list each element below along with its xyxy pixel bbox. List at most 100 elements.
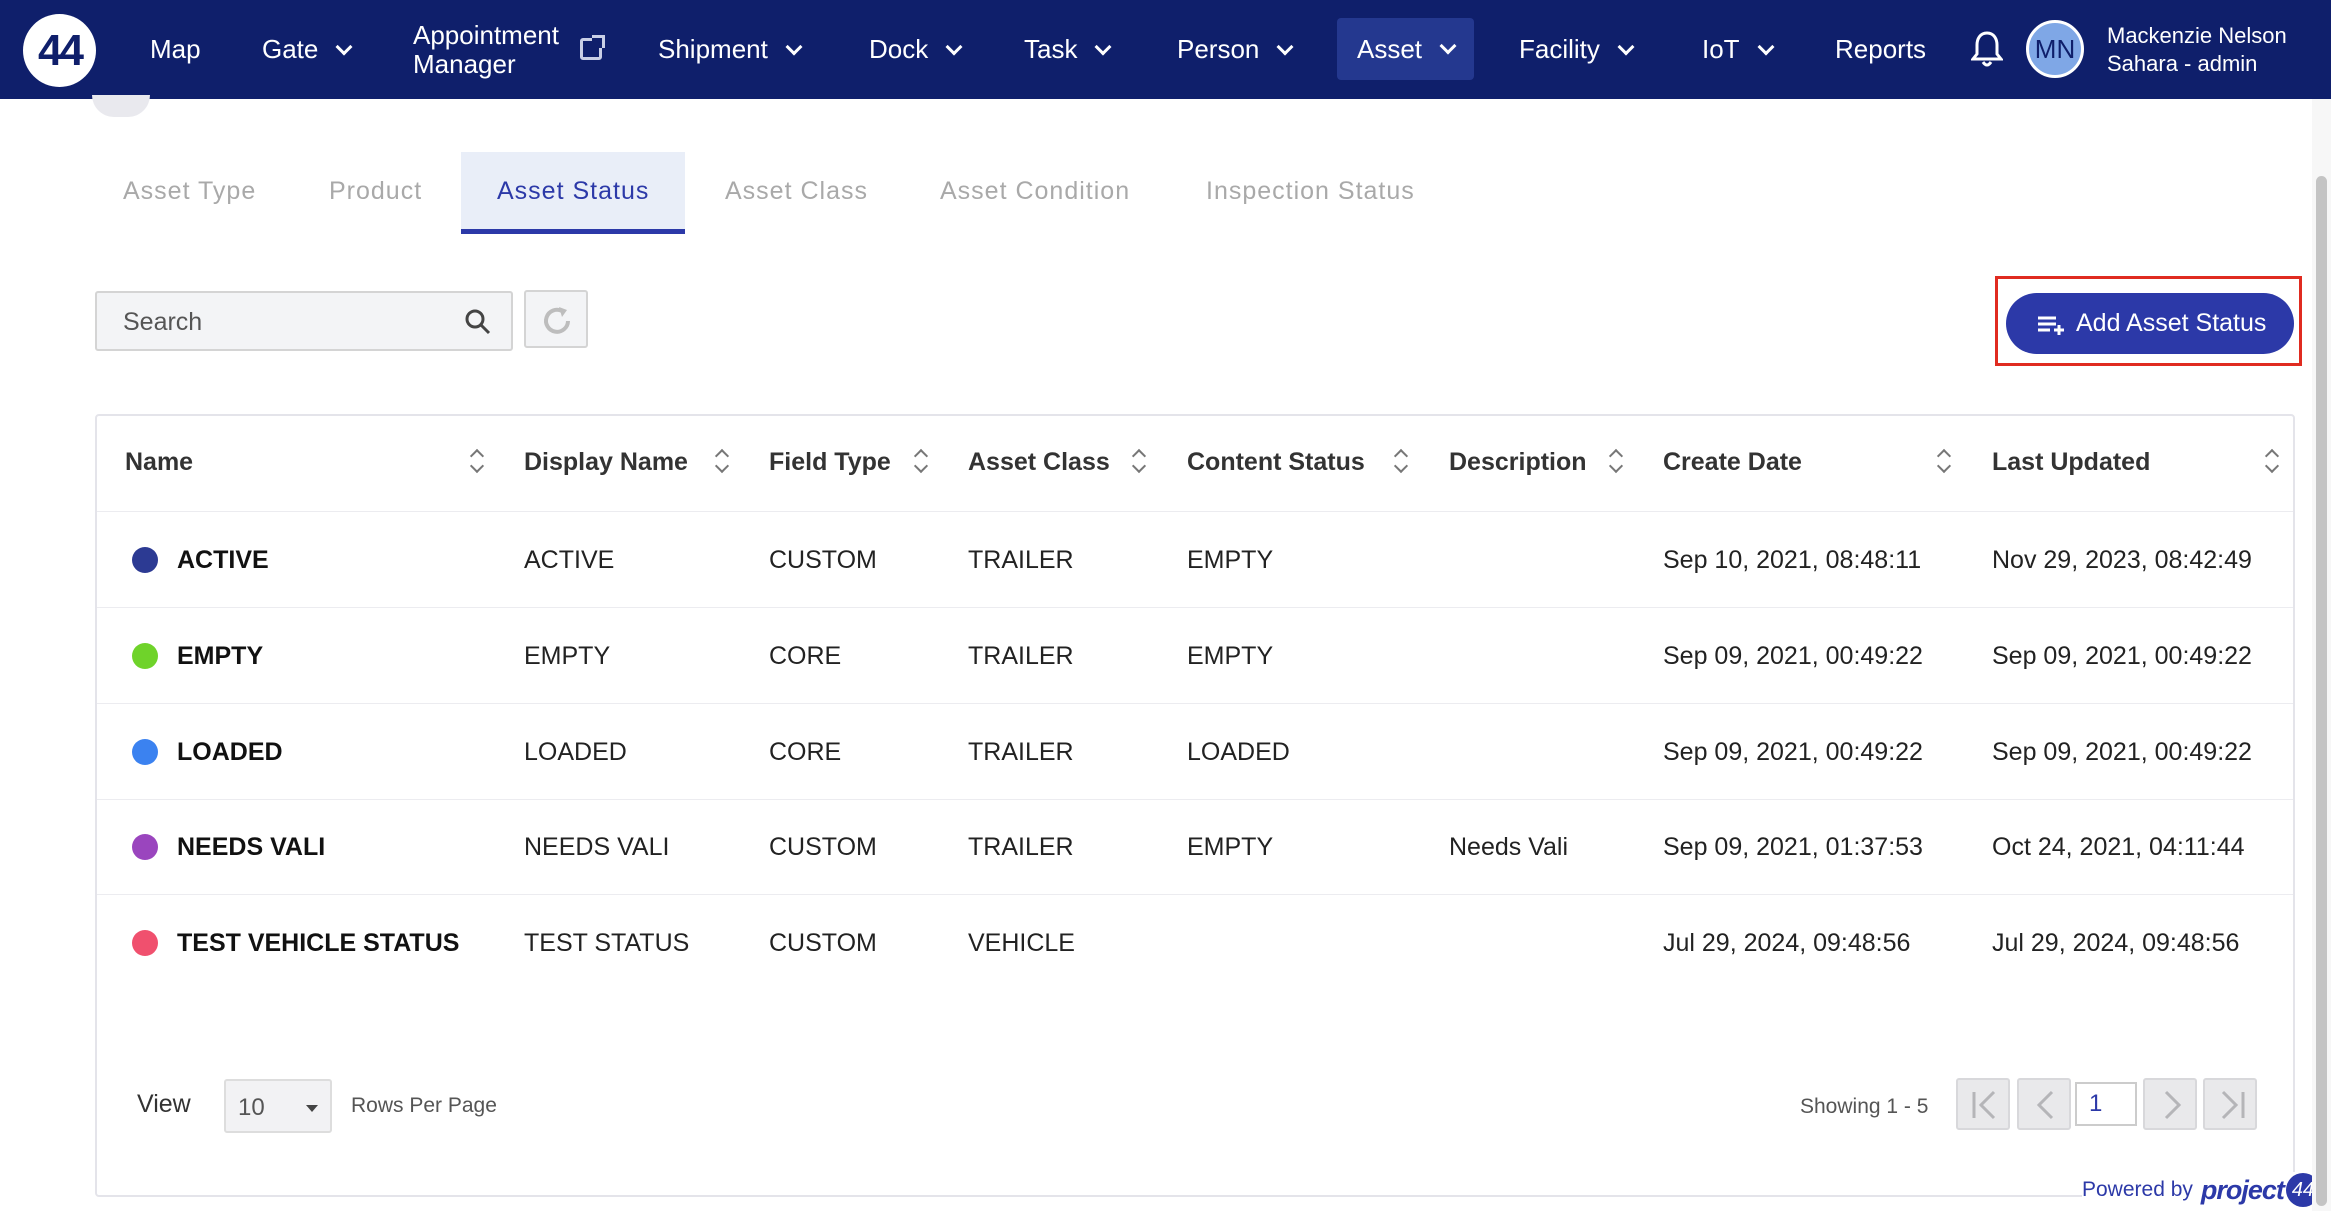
last-page-button[interactable] — [2203, 1078, 2257, 1130]
user-avatar[interactable]: MN — [2026, 20, 2084, 78]
cell-display-name: EMPTY — [524, 642, 611, 670]
cell-asset-class: VEHICLE — [968, 929, 1075, 957]
nav-asset[interactable]: Asset — [1337, 18, 1475, 80]
top-nav: 44 Map Gate Appointment Manager Shipment… — [0, 0, 2331, 99]
nav-gate-label: Gate — [262, 34, 319, 64]
rows-per-page-value: 10 — [238, 1094, 265, 1121]
refresh-button[interactable] — [524, 290, 588, 348]
sort-icon[interactable] — [1609, 448, 1623, 474]
tab-asset-class[interactable]: Asset Class — [725, 152, 868, 234]
status-color-dot — [132, 643, 158, 669]
project44-logo[interactable]: 44 — [23, 14, 96, 87]
cell-field-type: CORE — [769, 642, 842, 670]
nav-task-label: Task — [1024, 34, 1078, 64]
nav-person-label: Person — [1177, 34, 1260, 64]
nav-appointment-manager[interactable]: Appointment Manager — [413, 0, 559, 99]
nav-facility-label: Facility — [1519, 34, 1600, 64]
cell-field-type: CUSTOM — [769, 929, 877, 957]
nav-facility[interactable]: Facility — [1519, 0, 1635, 99]
column-header-content-status[interactable]: Content Status — [1187, 448, 1365, 477]
notification-bell-icon[interactable] — [1971, 30, 2003, 68]
cell-last-updated: Sep 09, 2021, 00:49:22 — [1992, 642, 2252, 670]
next-page-button[interactable] — [2143, 1078, 2197, 1130]
cell-content-status: EMPTY — [1187, 833, 1274, 861]
nav-manager-label: Manager — [413, 49, 516, 79]
sort-icon[interactable] — [1132, 448, 1146, 474]
powered-by-badge[interactable]: Powered by project 44 — [2082, 1172, 2320, 1208]
cell-create-date: Sep 10, 2021, 08:48:11 — [1663, 546, 1922, 574]
chevron-down-icon — [1617, 38, 1635, 55]
cell-create-date: Sep 09, 2021, 00:49:22 — [1663, 738, 1923, 766]
column-header-name[interactable]: Name — [125, 448, 193, 477]
cell-content-status: LOADED — [1187, 738, 1290, 766]
cell-create-date: Sep 09, 2021, 01:37:53 — [1663, 833, 1923, 861]
nav-dock[interactable]: Dock — [869, 0, 963, 99]
user-info[interactable]: Mackenzie Nelson Sahara - admin — [2107, 22, 2287, 78]
sort-icon[interactable] — [1394, 448, 1408, 474]
sort-icon[interactable] — [2265, 448, 2279, 474]
sort-icon[interactable] — [1937, 448, 1951, 474]
tab-product[interactable]: Product — [329, 152, 422, 234]
nav-reports[interactable]: Reports — [1835, 0, 1926, 99]
chevron-down-icon — [1276, 38, 1294, 55]
sort-icon[interactable] — [715, 448, 729, 474]
chevron-down-icon — [1094, 38, 1112, 55]
status-color-dot — [132, 834, 158, 860]
search-input[interactable] — [123, 305, 443, 339]
showing-range: Showing 1 - 5 — [1800, 1095, 1929, 1118]
cell-display-name: ACTIVE — [524, 546, 615, 574]
caret-down-icon — [306, 1105, 318, 1112]
sort-icon[interactable] — [914, 448, 928, 474]
tab-inspection-status[interactable]: Inspection Status — [1206, 152, 1415, 234]
cell-field-type: CUSTOM — [769, 833, 877, 861]
chevron-down-icon — [785, 38, 803, 55]
rows-per-page-label: Rows Per Page — [351, 1094, 497, 1117]
search-box — [95, 291, 513, 351]
status-color-dot — [132, 930, 158, 956]
search-icon[interactable] — [465, 309, 491, 335]
nav-map-label: Map — [150, 34, 201, 64]
cell-display-name: TEST STATUS — [524, 929, 690, 957]
tab-asset-condition[interactable]: Asset Condition — [940, 152, 1130, 234]
page-number-input[interactable]: 1 — [2075, 1082, 2137, 1126]
nav-map[interactable]: Map — [150, 0, 201, 99]
cell-content-status: EMPTY — [1187, 642, 1274, 670]
cell-last-updated: Oct 24, 2021, 04:11:44 — [1992, 833, 2245, 861]
tab-asset-type[interactable]: Asset Type — [123, 152, 256, 234]
nav-shipment[interactable]: Shipment — [658, 0, 803, 99]
previous-page-button[interactable] — [2017, 1078, 2071, 1130]
first-page-button[interactable] — [1956, 1078, 2010, 1130]
cell-description: Needs Vali — [1449, 833, 1569, 861]
nav-gate[interactable]: Gate — [262, 0, 353, 99]
status-color-dot — [132, 547, 158, 573]
divider — [97, 511, 2293, 512]
chevron-down-icon — [1439, 37, 1457, 55]
scrollbar-thumb[interactable] — [2316, 176, 2327, 1206]
column-header-description[interactable]: Description — [1449, 448, 1587, 477]
column-header-last-updated[interactable]: Last Updated — [1992, 448, 2150, 477]
chevron-down-icon — [335, 38, 353, 55]
nav-task[interactable]: Task — [1024, 0, 1112, 99]
tab-asset-status[interactable]: Asset Status — [461, 152, 686, 234]
playlist-add-icon — [2038, 316, 2064, 335]
column-header-asset-class[interactable]: Asset Class — [968, 448, 1110, 477]
user-name: Mackenzie Nelson — [2107, 23, 2287, 48]
cell-asset-class: TRAILER — [968, 833, 1074, 861]
rows-per-page-select[interactable]: 10 — [224, 1079, 332, 1133]
column-header-display-name[interactable]: Display Name — [524, 448, 688, 477]
cell-name: ACTIVE — [177, 546, 269, 574]
column-header-field-type[interactable]: Field Type — [769, 448, 891, 477]
add-asset-status-button[interactable]: Add Asset Status — [2006, 293, 2294, 354]
nav-iot[interactable]: IoT — [1702, 0, 1775, 99]
nav-reports-label: Reports — [1835, 34, 1927, 64]
cell-name: EMPTY — [177, 642, 264, 670]
nav-dock-label: Dock — [869, 34, 929, 64]
sort-icon[interactable] — [470, 448, 484, 474]
cell-content-status: EMPTY — [1187, 546, 1274, 574]
cell-field-type: CUSTOM — [769, 546, 877, 574]
nav-appointment-label: Appointment — [413, 20, 559, 50]
cell-field-type: CORE — [769, 738, 842, 766]
nav-person[interactable]: Person — [1177, 0, 1294, 99]
column-header-create-date[interactable]: Create Date — [1663, 448, 1802, 477]
cell-asset-class: TRAILER — [968, 546, 1074, 574]
